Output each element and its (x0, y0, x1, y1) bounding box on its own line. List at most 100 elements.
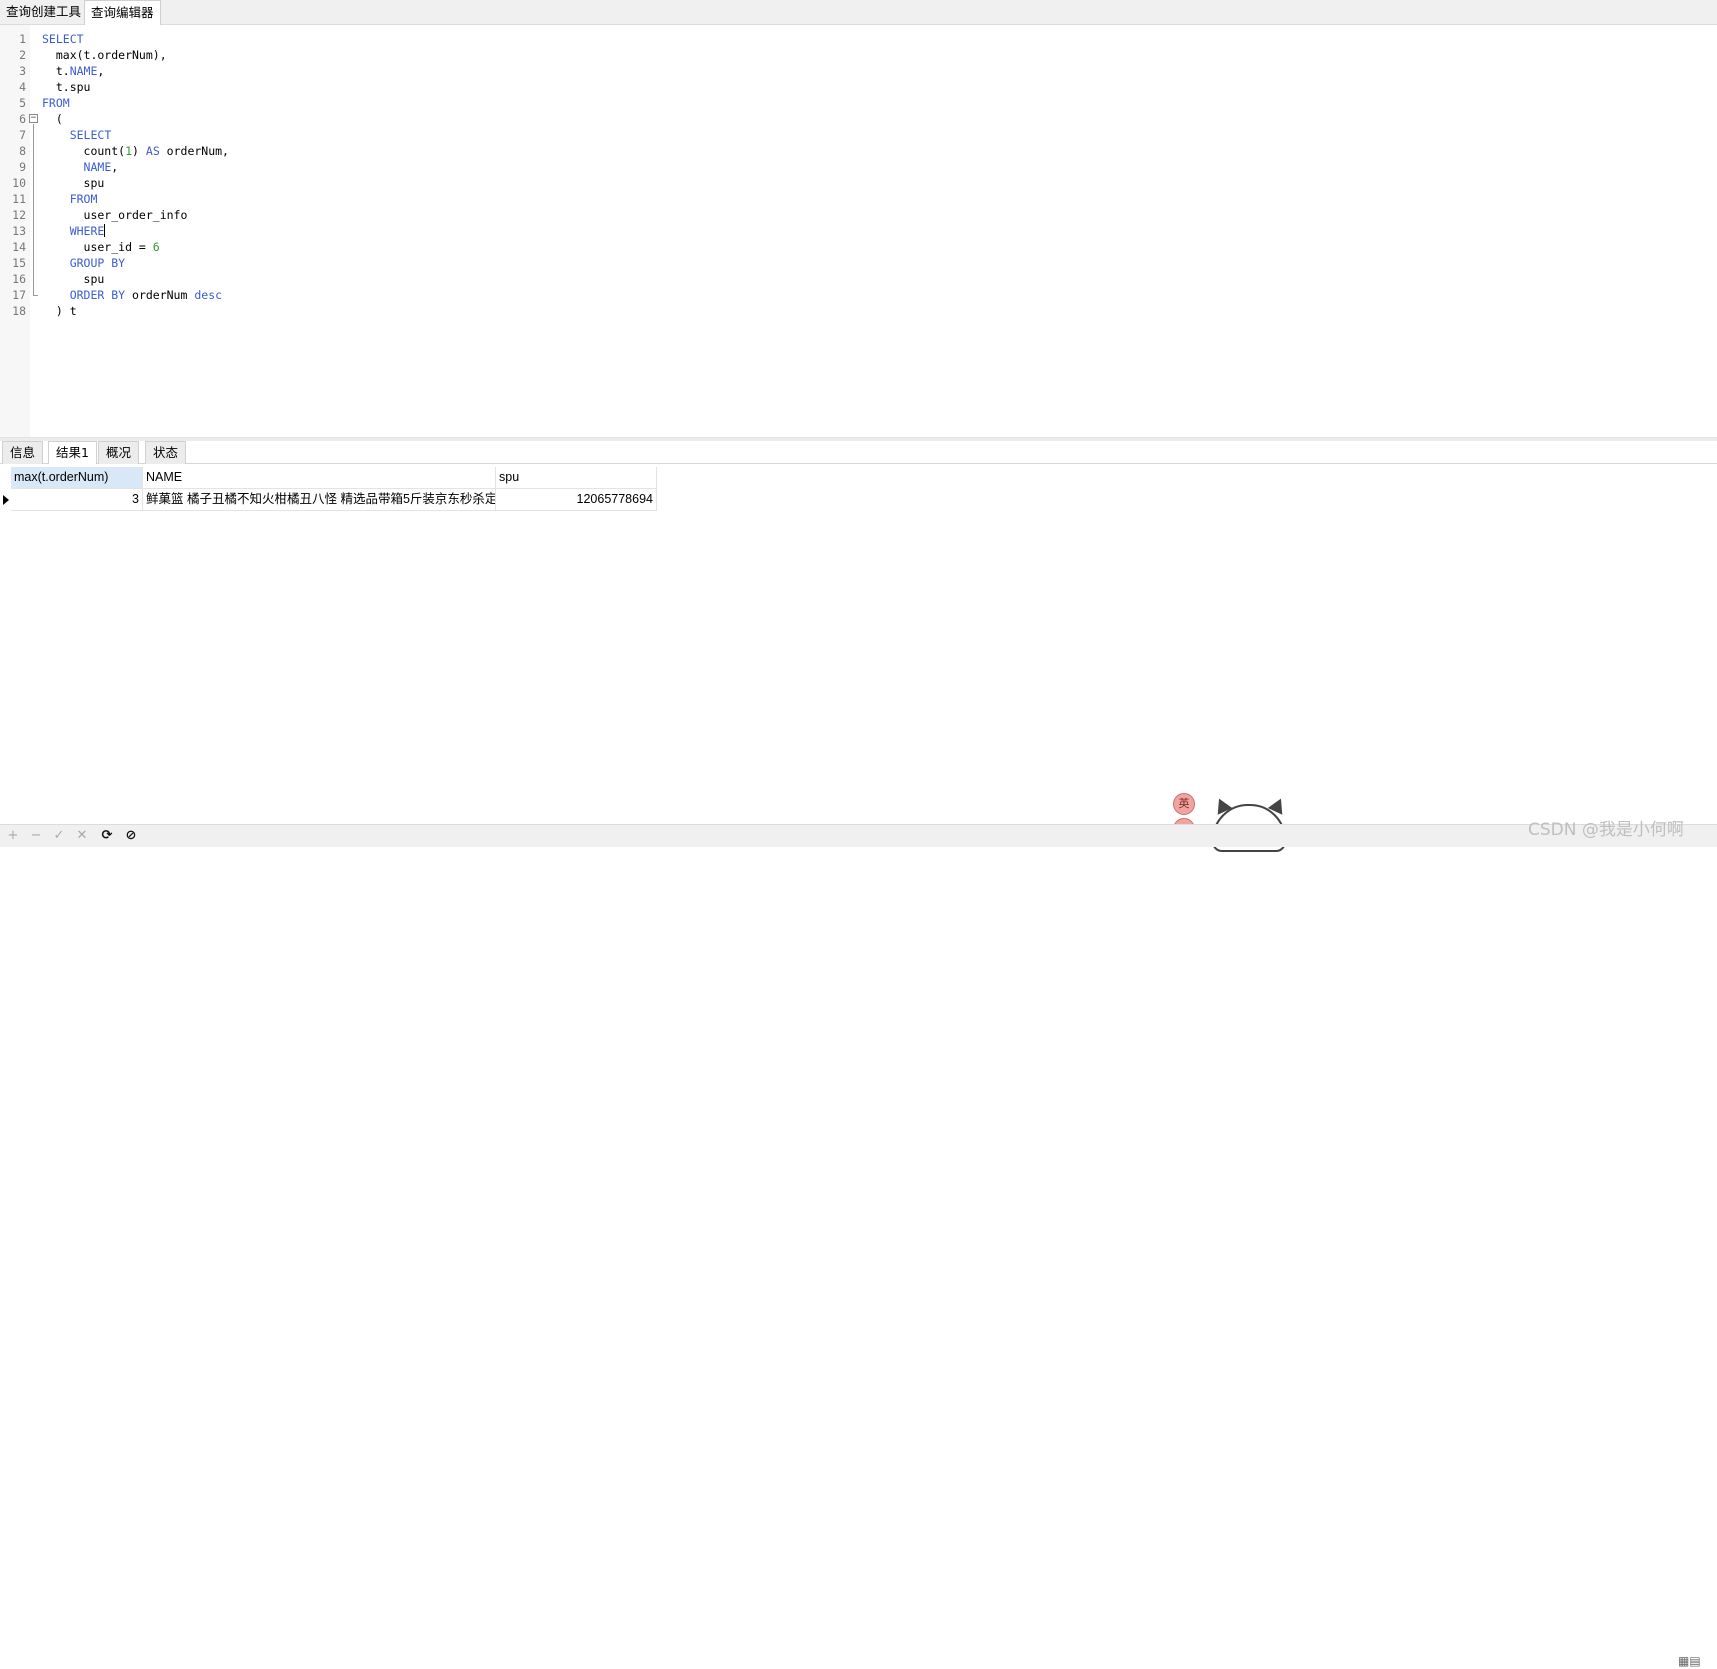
discard-changes-icon[interactable]: ✕ (73, 828, 91, 844)
sql-text: , (97, 64, 105, 78)
line-number: 1 (19, 32, 26, 46)
table-row[interactable]: 3 鲜菓篮 橘子丑橘不知火柑橘丑八怪 精选品带箱5斤装京东秒杀定制 120657… (0, 489, 660, 511)
line-number: 7 (19, 128, 26, 142)
line-number: 13 (12, 224, 26, 238)
line-number: 18 (12, 304, 26, 318)
code-line[interactable]: FROM (42, 95, 229, 111)
column-header-spu[interactable]: spu (496, 467, 657, 489)
editor-tab-bar: 查询创建工具 查询编辑器 (0, 0, 1717, 25)
sql-number: 6 (152, 240, 160, 254)
tab-query-builder[interactable]: 查询创建工具 (0, 0, 89, 25)
sql-keyword: GROUP BY (69, 256, 126, 270)
sql-editor[interactable]: 1 2 3 4 5 6 7 8 9 10 11 12 13 14 15 16 1… (0, 25, 1717, 437)
line-number: 14 (12, 240, 26, 254)
fold-column: − (28, 31, 40, 331)
line-number: 12 (12, 208, 26, 222)
code-line[interactable]: GROUP BY (42, 255, 229, 271)
sql-keyword: AS (145, 144, 160, 158)
code-line[interactable]: SELECT (42, 127, 229, 143)
sql-keyword: FROM (42, 96, 70, 110)
sql-text: spu (42, 272, 105, 286)
sql-number: 1 (125, 144, 133, 158)
sql-text: ( (42, 112, 63, 126)
grid-header-row: max(t.orderNum) NAME spu (0, 467, 660, 489)
csdn-watermark: CSDN @我是小何啊 (1528, 820, 1684, 840)
code-line[interactable]: spu (42, 175, 229, 191)
stop-icon[interactable]: ⊘ (122, 828, 140, 844)
sql-text: t. (42, 64, 70, 78)
cell-name[interactable]: 鲜菓篮 橘子丑橘不知火柑橘丑八怪 精选品带箱5斤装京东秒杀定制 (143, 489, 496, 511)
grid-view-toggle-icon[interactable]: ▦▤ (1678, 1653, 1708, 1669)
code-area[interactable]: SELECT max(t.orderNum), t.NAME, t.spu FRO… (42, 31, 229, 319)
sql-text: user_id = (42, 240, 153, 254)
code-line[interactable]: ( (42, 111, 229, 127)
tab-result1[interactable]: 结果1 (48, 441, 97, 464)
sql-text: , (111, 160, 119, 174)
line-number: 17 (12, 288, 26, 302)
current-row-arrow-icon (3, 495, 9, 505)
line-number: 9 (19, 160, 26, 174)
line-number: 10 (12, 176, 26, 190)
cell-max-ordernum[interactable]: 3 (11, 489, 143, 511)
code-line[interactable]: t.NAME, (42, 63, 229, 79)
add-record-icon[interactable]: + (4, 828, 22, 844)
line-number: 11 (12, 192, 26, 206)
result-tab-bar: 信息 结果1 概况 状态 (0, 441, 1717, 464)
sql-keyword: FROM (69, 192, 98, 206)
delete-record-icon[interactable]: − (27, 828, 45, 844)
code-line[interactable]: user_order_info (42, 207, 229, 223)
code-line[interactable]: ORDER BY orderNum desc (42, 287, 229, 303)
code-line[interactable]: FROM (42, 191, 229, 207)
code-line[interactable]: ) t (42, 303, 229, 319)
sql-text: spu (42, 176, 105, 190)
line-number: 5 (19, 96, 26, 110)
code-line[interactable]: count(1) AS orderNum, (42, 143, 229, 159)
mascot-bubble-en: 英 (1173, 793, 1195, 815)
column-header-name[interactable]: NAME (143, 467, 496, 489)
tab-profile[interactable]: 概况 (98, 441, 140, 464)
sql-text: ) t (42, 304, 77, 318)
fold-end (33, 295, 38, 296)
sql-text: orderNum (125, 288, 195, 302)
sql-text: orderNum, (159, 144, 229, 158)
code-line[interactable]: max(t.orderNum), (42, 47, 229, 63)
code-line[interactable]: NAME, (42, 159, 229, 175)
apply-changes-icon[interactable]: ✓ (50, 828, 68, 844)
line-number: 16 (12, 272, 26, 286)
line-number: 6 (19, 112, 26, 126)
code-line[interactable]: spu (42, 271, 229, 287)
code-line[interactable]: SELECT (42, 31, 229, 47)
code-line[interactable]: user_id = 6 (42, 239, 229, 255)
sql-text: ) (132, 144, 146, 158)
sql-keyword: WHERE (69, 224, 105, 238)
code-line[interactable]: t.spu (42, 79, 229, 95)
cell-spu[interactable]: 12065778694 (496, 489, 657, 511)
sql-keyword: desc (194, 288, 223, 302)
minus-box-icon[interactable]: − (29, 114, 38, 123)
result-grid: max(t.orderNum) NAME spu 3 鲜菓篮 橘子丑橘不知火柑橘… (0, 467, 660, 511)
sql-text: max(t.orderNum), (42, 48, 167, 62)
tab-status[interactable]: 状态 (145, 441, 187, 464)
grid-toolbar: + − ✓ ✕ ⟳ ⊘ ▦▤ (0, 824, 1717, 1668)
sql-keyword: NAME (69, 64, 98, 78)
sql-text: user_order_info (42, 208, 188, 222)
code-line[interactable]: WHERE (42, 223, 229, 239)
sql-keyword: SELECT (42, 32, 84, 46)
sql-keyword: SELECT (69, 128, 112, 142)
tab-query-editor[interactable]: 查询编辑器 (84, 0, 161, 25)
line-number: 8 (19, 144, 26, 158)
fold-line (33, 124, 34, 295)
column-header-max-ordernum[interactable]: max(t.orderNum) (11, 467, 143, 489)
line-number: 4 (19, 80, 26, 94)
line-numbers: 1 2 3 4 5 6 7 8 9 10 11 12 13 14 15 16 1… (0, 31, 26, 319)
sql-keyword: ORDER BY (69, 288, 126, 302)
line-number: 15 (12, 256, 26, 270)
tab-info[interactable]: 信息 (2, 441, 44, 464)
refresh-icon[interactable]: ⟳ (98, 828, 116, 844)
